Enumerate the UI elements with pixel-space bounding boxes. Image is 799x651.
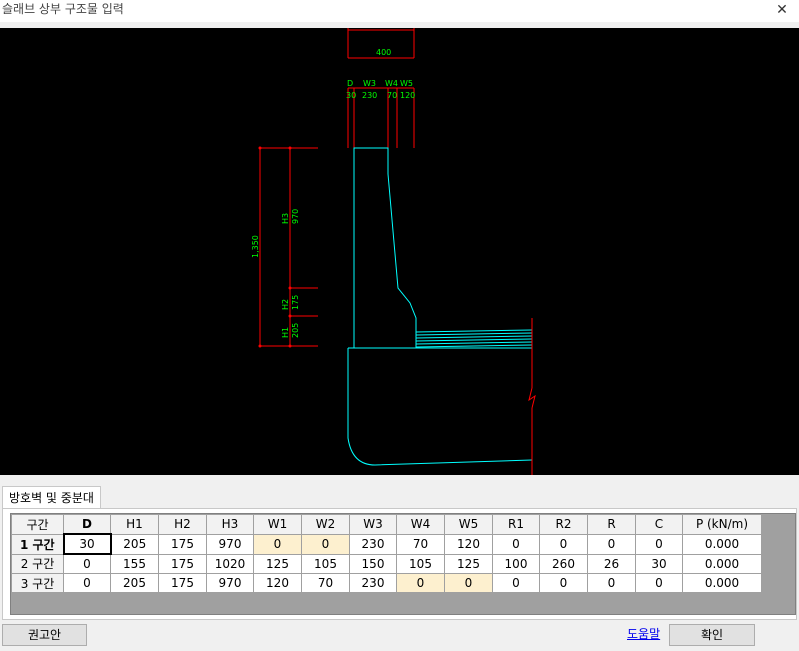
cell-r3-w3[interactable]: 230 xyxy=(349,573,397,593)
drawing-canvas: 400 D W3 W4 W5 30 230 70 120 1,350 H3 97… xyxy=(0,28,799,475)
cell-r2-w2[interactable]: 105 xyxy=(301,553,350,574)
top-dimension-lines xyxy=(347,28,415,148)
ok-button[interactable]: 확인 xyxy=(669,624,755,646)
cell-r2-h3[interactable]: 1020 xyxy=(206,553,254,574)
cell-r1-r1[interactable]: 0 xyxy=(492,533,540,555)
cell-r2-d[interactable]: 0 xyxy=(63,553,111,574)
grid-container: 구간 D H1 H2 H3 W1 W2 W3 W4 W5 R1 R2 R C P… xyxy=(10,513,796,615)
cell-r1-h3[interactable]: 970 xyxy=(206,533,254,555)
tab-strip: 방호벽 및 중분대 xyxy=(0,484,799,509)
dim-w4-value: 70 xyxy=(387,91,397,100)
cell-r1-w1[interactable]: 0 xyxy=(253,533,302,555)
dim-d-value: 30 xyxy=(346,91,356,100)
dim-w3-value: 230 xyxy=(362,91,377,100)
col-header-d: D xyxy=(63,514,111,535)
cell-r3-w5[interactable]: 0 xyxy=(444,573,493,593)
cell-r3-w1[interactable]: 120 xyxy=(253,573,302,593)
cell-r2-c[interactable]: 30 xyxy=(635,553,683,574)
cell-r2-r1[interactable]: 100 xyxy=(492,553,540,574)
row-header-3[interactable]: 3 구간 xyxy=(11,573,64,593)
help-link[interactable]: 도움말 xyxy=(627,625,660,642)
cell-r1-c[interactable]: 0 xyxy=(635,533,683,555)
col-header-c: C xyxy=(635,514,683,535)
cell-r1-h2[interactable]: 175 xyxy=(158,533,207,555)
table-row: 1 구간 30 205 175 970 0 0 230 70 120 0 0 0… xyxy=(11,533,762,555)
col-header-w5: W5 xyxy=(444,514,493,535)
cell-r1-w4[interactable]: 70 xyxy=(396,533,445,555)
col-header-r2: R2 xyxy=(539,514,588,535)
row-header-2[interactable]: 2 구간 xyxy=(11,553,64,574)
cell-r2-w1[interactable]: 125 xyxy=(253,553,302,574)
dim-top-total: 400 xyxy=(376,48,391,57)
cell-r1-p[interactable]: 0.000 xyxy=(682,533,762,555)
close-icon[interactable]: ✕ xyxy=(771,0,793,20)
cell-r3-h1[interactable]: 205 xyxy=(110,573,159,593)
col-header-h1: H1 xyxy=(110,514,159,535)
cell-r3-r1[interactable]: 0 xyxy=(492,573,540,593)
tab-barrier-median[interactable]: 방호벽 및 중분대 xyxy=(2,486,101,509)
dim-h3-value: 970 xyxy=(291,209,300,224)
dimension-ticks xyxy=(258,146,292,348)
dim-total-height: 1,350 xyxy=(251,235,260,258)
cell-r2-p[interactable]: 0.000 xyxy=(682,553,762,574)
cell-r2-w4[interactable]: 105 xyxy=(396,553,445,574)
col-header-w1: W1 xyxy=(253,514,302,535)
recommend-button[interactable]: 권고안 xyxy=(2,624,87,646)
cell-r2-h1[interactable]: 155 xyxy=(110,553,159,574)
col-header-p: P (kN/m) xyxy=(682,514,762,535)
dim-w4-label: W4 xyxy=(385,79,398,88)
col-header-w3: W3 xyxy=(349,514,397,535)
cell-r2-r2[interactable]: 260 xyxy=(539,553,588,574)
dim-w5-label: W5 xyxy=(400,79,413,88)
col-header-w2: W2 xyxy=(301,514,350,535)
cell-r3-h2[interactable]: 175 xyxy=(158,573,207,593)
section-grid: 구간 D H1 H2 H3 W1 W2 W3 W4 W5 R1 R2 R C P… xyxy=(11,514,762,593)
cell-r1-w5[interactable]: 120 xyxy=(444,533,493,555)
title-bar: 슬래브 상부 구조물 입력 ✕ xyxy=(0,0,799,22)
dim-w3-label: W3 xyxy=(363,79,376,88)
row-header-1[interactable]: 1 구간 xyxy=(11,533,64,555)
col-header-section: 구간 xyxy=(11,514,64,535)
col-header-r1: R1 xyxy=(492,514,540,535)
cell-r1-d[interactable]: 30 xyxy=(62,533,112,555)
dim-h3-label: H3 xyxy=(281,213,290,224)
col-header-w4: W4 xyxy=(396,514,445,535)
cell-r3-r[interactable]: 0 xyxy=(587,573,636,593)
table-row: 3 구간 0 205 175 970 120 70 230 0 0 0 0 0 … xyxy=(11,573,762,593)
cell-r2-w3[interactable]: 150 xyxy=(349,553,397,574)
dim-h1-label: H1 xyxy=(281,327,290,338)
dim-h2-value: 175 xyxy=(291,295,300,310)
dim-w5-value: 120 xyxy=(400,91,415,100)
barrier-outline xyxy=(353,147,417,348)
cell-r1-r[interactable]: 0 xyxy=(587,533,636,555)
cell-r3-p[interactable]: 0.000 xyxy=(682,573,762,593)
cell-r3-r2[interactable]: 0 xyxy=(539,573,588,593)
cross-section-drawing: 400 D W3 W4 W5 30 230 70 120 1,350 H3 97… xyxy=(251,28,536,475)
window-title: 슬래브 상부 구조물 입력 xyxy=(2,2,124,16)
cell-r2-h2[interactable]: 175 xyxy=(158,553,207,574)
dim-h1-value: 205 xyxy=(291,323,300,338)
dim-d-label: D xyxy=(347,79,353,88)
cell-r3-d[interactable]: 0 xyxy=(63,573,111,593)
cell-r2-r[interactable]: 26 xyxy=(587,553,636,574)
cell-r1-r2[interactable]: 0 xyxy=(539,533,588,555)
cell-r1-w3[interactable]: 230 xyxy=(349,533,397,555)
col-header-h2: H2 xyxy=(158,514,207,535)
col-header-h3: H3 xyxy=(206,514,254,535)
table-row: 2 구간 0 155 175 1020 125 105 150 105 125 … xyxy=(11,553,762,574)
col-header-r: R xyxy=(587,514,636,535)
cell-r3-w4[interactable]: 0 xyxy=(396,573,445,593)
cell-r1-w2[interactable]: 0 xyxy=(301,533,350,555)
slab-outline xyxy=(347,348,533,466)
cell-r1-h1[interactable]: 205 xyxy=(110,533,159,555)
cell-r3-h3[interactable]: 970 xyxy=(206,573,254,593)
tab-panel: 구간 D H1 H2 H3 W1 W2 W3 W4 W5 R1 R2 R C P… xyxy=(2,508,797,620)
pavement-lines xyxy=(415,329,533,348)
cell-r2-w5[interactable]: 125 xyxy=(444,553,493,574)
cell-r3-w2[interactable]: 70 xyxy=(301,573,350,593)
dim-h2-label: H2 xyxy=(281,299,290,310)
cell-r3-c[interactable]: 0 xyxy=(635,573,683,593)
grid-header-row: 구간 D H1 H2 H3 W1 W2 W3 W4 W5 R1 R2 R C P… xyxy=(11,514,762,535)
